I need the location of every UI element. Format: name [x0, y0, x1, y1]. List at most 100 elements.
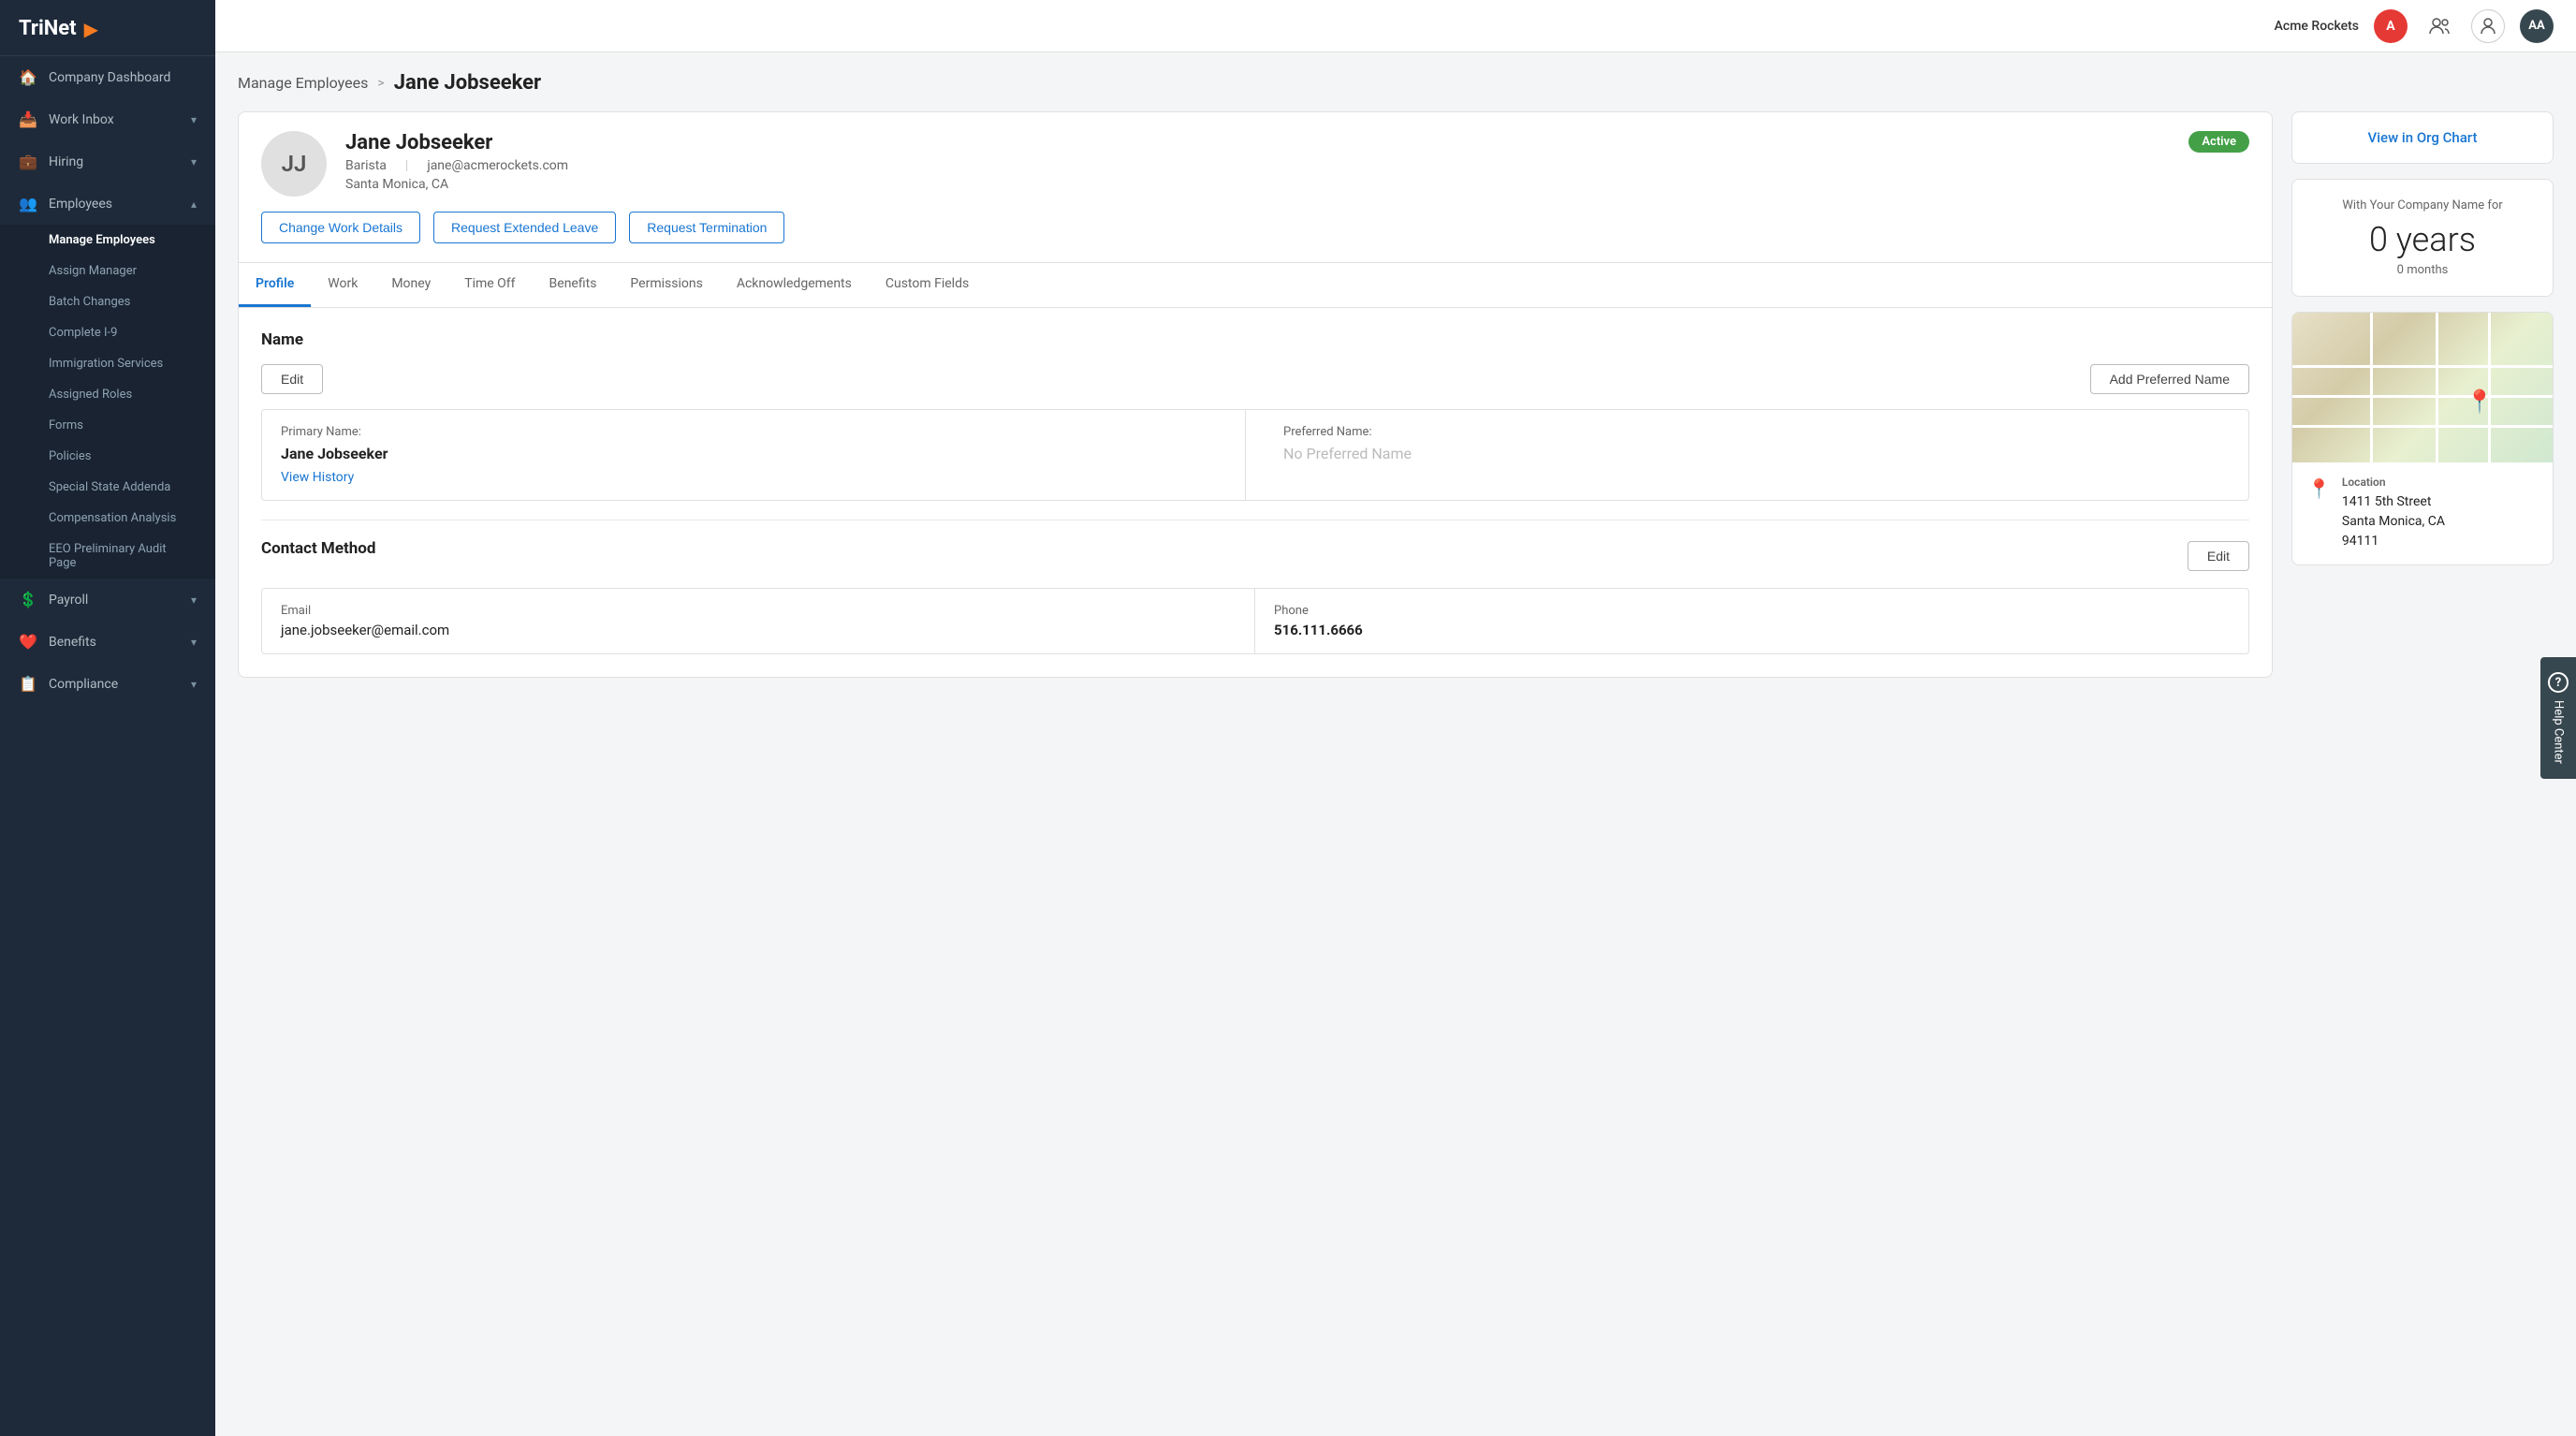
sidebar-item-policies[interactable]: Policies: [0, 441, 215, 472]
tab-permissions[interactable]: Permissions: [613, 263, 719, 307]
avatar: JJ: [261, 131, 327, 197]
briefcase-icon: 💼: [19, 153, 37, 170]
sidebar-item-complete-i9[interactable]: Complete I-9: [0, 317, 215, 348]
employee-location: Santa Monica, CA: [345, 177, 2170, 192]
sidebar-item-forms[interactable]: Forms: [0, 410, 215, 441]
chevron-down-icon: ▾: [191, 155, 197, 169]
employees-submenu: Manage Employees Assign Manager Batch Ch…: [0, 225, 215, 579]
tenure-years: 0 years: [2311, 220, 2534, 259]
preferred-name-col: Preferred Name: No Preferred Name: [1265, 410, 2248, 500]
tab-profile[interactable]: Profile: [239, 263, 311, 307]
logo-arrow-icon: ▶: [84, 18, 98, 40]
sidebar-item-assign-manager[interactable]: Assign Manager: [0, 256, 215, 286]
map-pin: 📍: [2466, 388, 2494, 415]
name-edit-button[interactable]: Edit: [261, 364, 323, 394]
primary-name-label: Primary Name:: [281, 425, 1226, 439]
map-placeholder: 📍: [2292, 313, 2553, 462]
right-panel: View in Org Chart With Your Company Name…: [2291, 111, 2554, 1417]
phone-value: 516.111.6666: [1274, 622, 2230, 638]
chevron-down-icon: ▾: [191, 636, 197, 649]
inbox-icon: 📥: [19, 110, 37, 128]
home-icon: 🏠: [19, 68, 37, 86]
sidebar-item-hiring[interactable]: 💼 Hiring ▾: [0, 140, 215, 183]
employees-icon: 👥: [19, 195, 37, 212]
change-work-details-button[interactable]: Change Work Details: [261, 212, 420, 243]
action-buttons: Change Work Details Request Extended Lea…: [261, 212, 2249, 243]
sidebar-item-employees[interactable]: 👥 Employees ▴: [0, 183, 215, 225]
employee-info: Jane Jobseeker Barista | jane@acmerocket…: [345, 131, 2170, 192]
user-avatar[interactable]: AA: [2520, 9, 2554, 43]
main-area: Acme Rockets A AA Manage Employees > Jan…: [215, 0, 2576, 1436]
main-layout: JJ Jane Jobseeker Barista | jane@acmeroc…: [238, 111, 2554, 1417]
page-content: Manage Employees > Jane Jobseeker JJ Jan…: [215, 52, 2576, 1436]
employee-title: Barista: [345, 158, 387, 173]
help-center-tab[interactable]: ? Help Center: [2540, 657, 2576, 779]
sidebar-item-payroll[interactable]: 💲 Payroll ▾: [0, 579, 215, 621]
contact-section-title: Contact Method: [261, 539, 375, 558]
sidebar-item-immigration-services[interactable]: Immigration Services: [0, 348, 215, 379]
sidebar-item-benefits[interactable]: ❤️ Benefits ▾: [0, 621, 215, 663]
team-icon-button[interactable]: [2422, 9, 2456, 43]
chevron-down-icon: ▾: [191, 593, 197, 607]
sidebar-item-label: Hiring: [49, 154, 180, 169]
preferred-name-empty: No Preferred Name: [1283, 445, 2230, 462]
company-logo-button[interactable]: A: [2374, 9, 2408, 43]
org-chart-link[interactable]: View in Org Chart: [2292, 112, 2553, 163]
sidebar-item-manage-employees[interactable]: Manage Employees: [0, 225, 215, 256]
tab-time-off[interactable]: Time Off: [447, 263, 532, 307]
request-extended-leave-button[interactable]: Request Extended Leave: [433, 212, 616, 243]
contact-grid: Email jane.jobseeker@email.com Phone 516…: [261, 588, 2249, 654]
tab-custom-fields[interactable]: Custom Fields: [869, 263, 986, 307]
add-preferred-name-button[interactable]: Add Preferred Name: [2090, 364, 2249, 394]
help-icon: ?: [2548, 672, 2569, 693]
employee-name: Jane Jobseeker: [345, 131, 2170, 154]
employee-section: JJ Jane Jobseeker Barista | jane@acmeroc…: [238, 111, 2273, 1417]
tab-money[interactable]: Money: [374, 263, 447, 307]
tenure-card: With Your Company Name for 0 years 0 mon…: [2291, 179, 2554, 297]
sidebar-item-label: Compliance: [49, 677, 180, 692]
phone-label: Phone: [1274, 604, 2230, 618]
location-icon: 📍: [2307, 477, 2331, 500]
request-termination-button[interactable]: Request Termination: [629, 212, 784, 243]
sidebar-item-label: Company Dashboard: [49, 70, 197, 85]
tenure-months: 0 months: [2311, 263, 2534, 277]
topbar: Acme Rockets A AA: [215, 0, 2576, 52]
breadcrumb: Manage Employees > Jane Jobseeker: [238, 71, 2554, 95]
tab-benefits[interactable]: Benefits: [533, 263, 614, 307]
help-center-label: Help Center: [2552, 700, 2566, 764]
sidebar-item-compensation[interactable]: Compensation Analysis: [0, 503, 215, 534]
user-icon-button[interactable]: [2471, 9, 2505, 43]
app-logo[interactable]: TriNet ▶: [0, 0, 215, 56]
logo-text: TriNet: [19, 17, 77, 40]
location-label: Location: [2342, 476, 2445, 489]
location-info: 📍 Location 1411 5th StreetSanta Monica, …: [2292, 462, 2553, 564]
tab-acknowledgements[interactable]: Acknowledgements: [720, 263, 869, 307]
phone-col: Phone 516.111.6666: [1255, 589, 2248, 653]
employee-header-card: JJ Jane Jobseeker Barista | jane@acmeroc…: [238, 111, 2273, 263]
name-grid: Primary Name: Jane Jobseeker View Histor…: [261, 409, 2249, 501]
breadcrumb-parent[interactable]: Manage Employees: [238, 74, 368, 92]
contact-edit-button[interactable]: Edit: [2188, 541, 2249, 571]
company-name: Acme Rockets: [2275, 19, 2359, 34]
sidebar-item-special-state[interactable]: Special State Addenda: [0, 472, 215, 503]
sidebar-item-compliance[interactable]: 📋 Compliance ▾: [0, 663, 215, 705]
location-card: 📍 📍 Location 1411 5th StreetSanta Monica…: [2291, 312, 2554, 565]
sidebar-item-batch-changes[interactable]: Batch Changes: [0, 286, 215, 317]
profile-content: Name Edit Add Preferred Name Primary Nam…: [238, 308, 2273, 678]
status-badge: Active: [2188, 131, 2249, 153]
employee-top: JJ Jane Jobseeker Barista | jane@acmeroc…: [261, 131, 2249, 197]
sidebar-item-work-inbox[interactable]: 📥 Work Inbox ▾: [0, 98, 215, 140]
email-col: Email jane.jobseeker@email.com: [262, 589, 1255, 653]
contact-header: Contact Method Edit: [261, 539, 2249, 573]
breadcrumb-separator: >: [377, 76, 384, 91]
sidebar-item-company-dashboard[interactable]: 🏠 Company Dashboard: [0, 56, 215, 98]
chevron-up-icon: ▴: [191, 198, 197, 211]
compliance-icon: 📋: [19, 675, 37, 693]
view-history-link[interactable]: View History: [281, 470, 354, 485]
primary-name-col: Primary Name: Jane Jobseeker View Histor…: [262, 410, 1246, 500]
employee-meta: Barista | jane@acmerockets.com: [345, 158, 2170, 173]
tenure-label: With Your Company Name for: [2311, 198, 2534, 212]
sidebar-item-eeo-audit[interactable]: EEO Preliminary Audit Page: [0, 534, 215, 579]
sidebar-item-assigned-roles[interactable]: Assigned Roles: [0, 379, 215, 410]
tab-work[interactable]: Work: [311, 263, 374, 307]
